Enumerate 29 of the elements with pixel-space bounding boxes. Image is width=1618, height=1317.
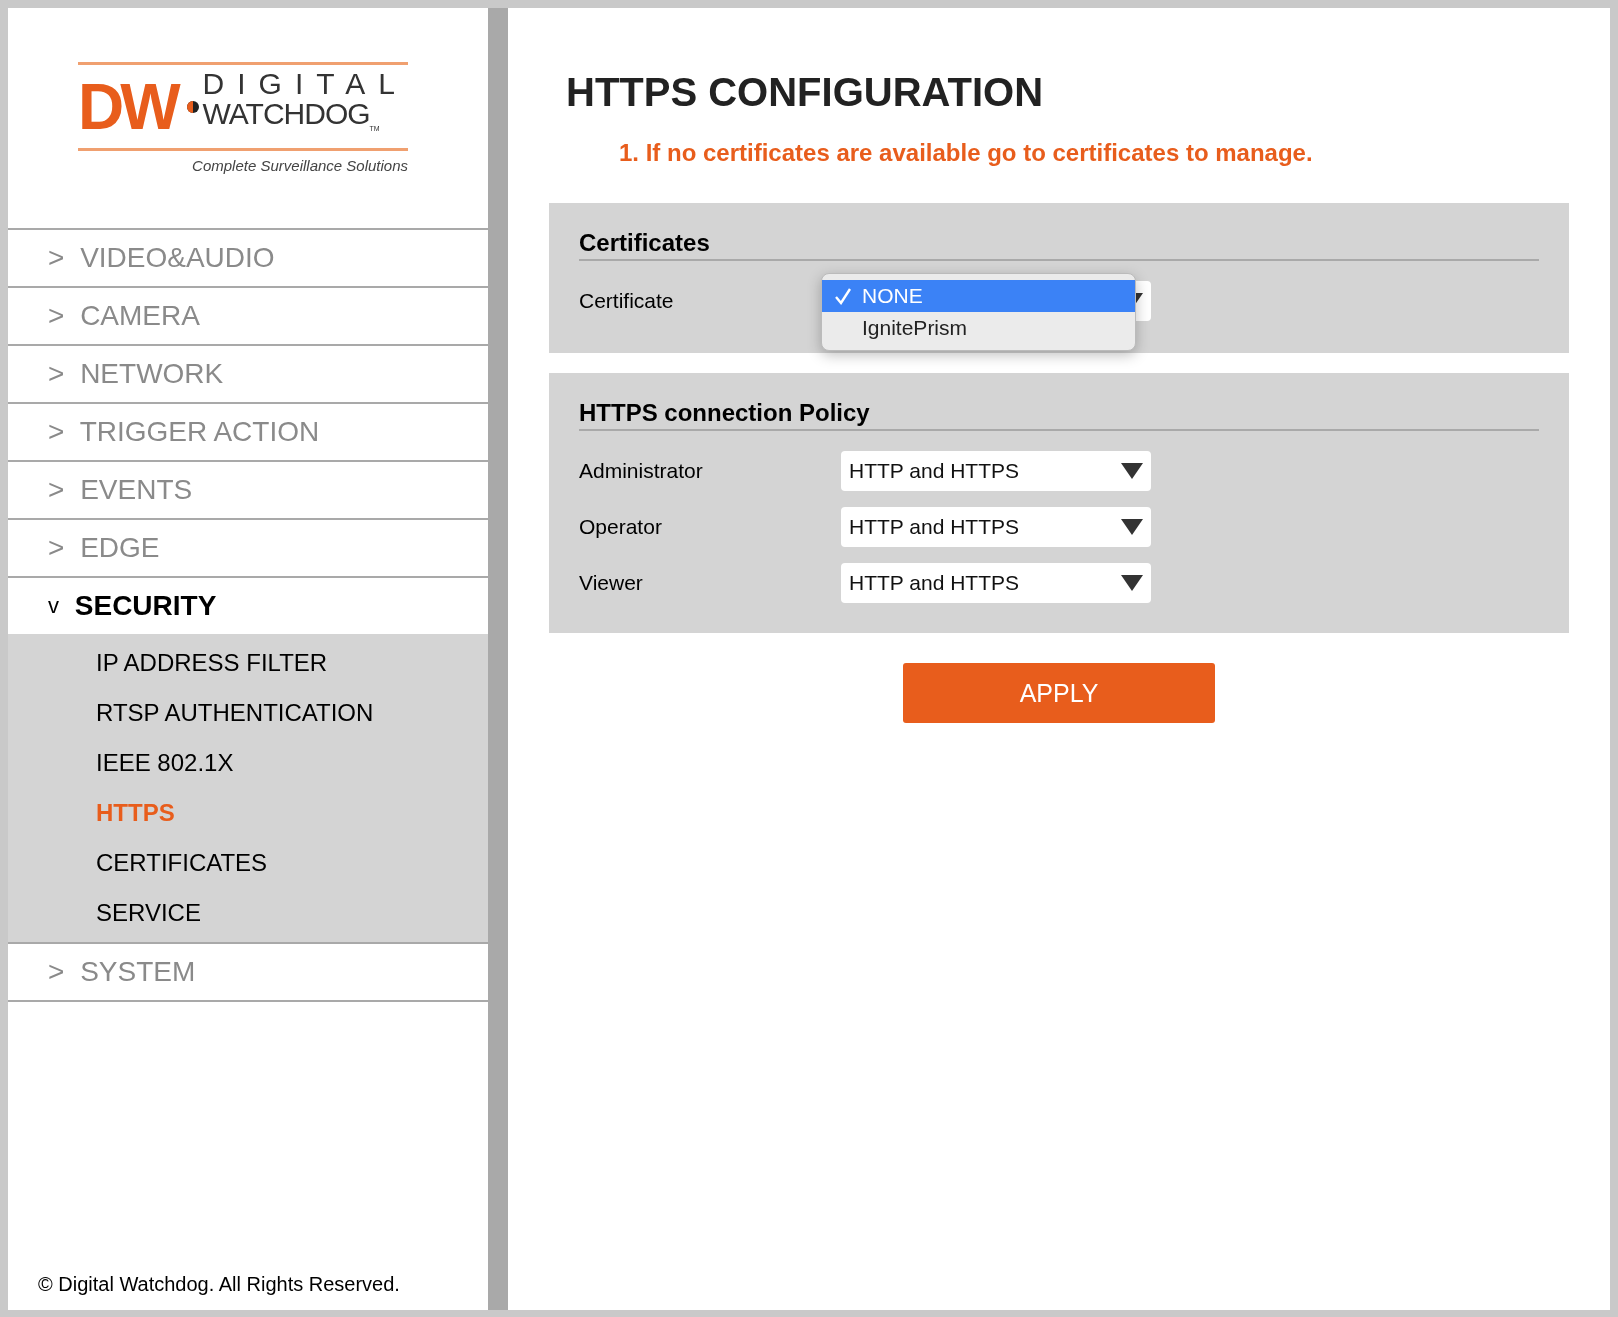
info-note: 1. If no certificates are available go to certificates to manage. [619, 139, 1314, 167]
page-title: HTTPS CONFIGURATION [566, 70, 1044, 115]
policy-select[interactable]: HTTP and HTTPS [841, 451, 1151, 491]
copyright-text: © Digital Watchdog. All Rights Reserved. [37, 1273, 401, 1297]
nav-subitem[interactable]: CERTIFICATES [8, 838, 488, 888]
caret-icon [1121, 575, 1143, 591]
logo-text: DIGITAL [202, 69, 409, 99]
policy-select[interactable]: HTTP and HTTPS [841, 507, 1151, 547]
nav-item[interactable]: v SECURITY [8, 578, 488, 634]
dot-icon [186, 100, 199, 113]
nav-subitem[interactable]: IP ADDRESS FILTER [8, 638, 488, 688]
caret-icon [1121, 463, 1143, 479]
logo-mark: DW [77, 75, 179, 138]
field-label: Certificate [579, 289, 675, 313]
section-heading: HTTPS connection Policy [579, 399, 1539, 431]
check-icon [834, 287, 852, 305]
logo-tagline: Complete Surveillance Solutions [192, 157, 409, 174]
field-label: Operator [579, 515, 663, 539]
nav-subitem[interactable]: SERVICE [8, 888, 488, 938]
dropdown-option[interactable]: IgnitePrism [822, 312, 1135, 344]
caret-icon [1121, 519, 1143, 535]
dropdown-option[interactable]: NONE [822, 280, 1135, 312]
policy-select[interactable]: HTTP and HTTPS [841, 563, 1151, 603]
field-label: Viewer [579, 571, 644, 595]
logo-text: WATCHDOG$_{TM}$ [202, 99, 381, 134]
nav-subitem[interactable]: IEEE 802.1X [8, 738, 488, 788]
nav-subitem[interactable]: RTSP AUTHENTICATION [8, 688, 488, 738]
section-heading: Certificates [579, 229, 1539, 261]
field-label: Administrator [579, 459, 704, 483]
